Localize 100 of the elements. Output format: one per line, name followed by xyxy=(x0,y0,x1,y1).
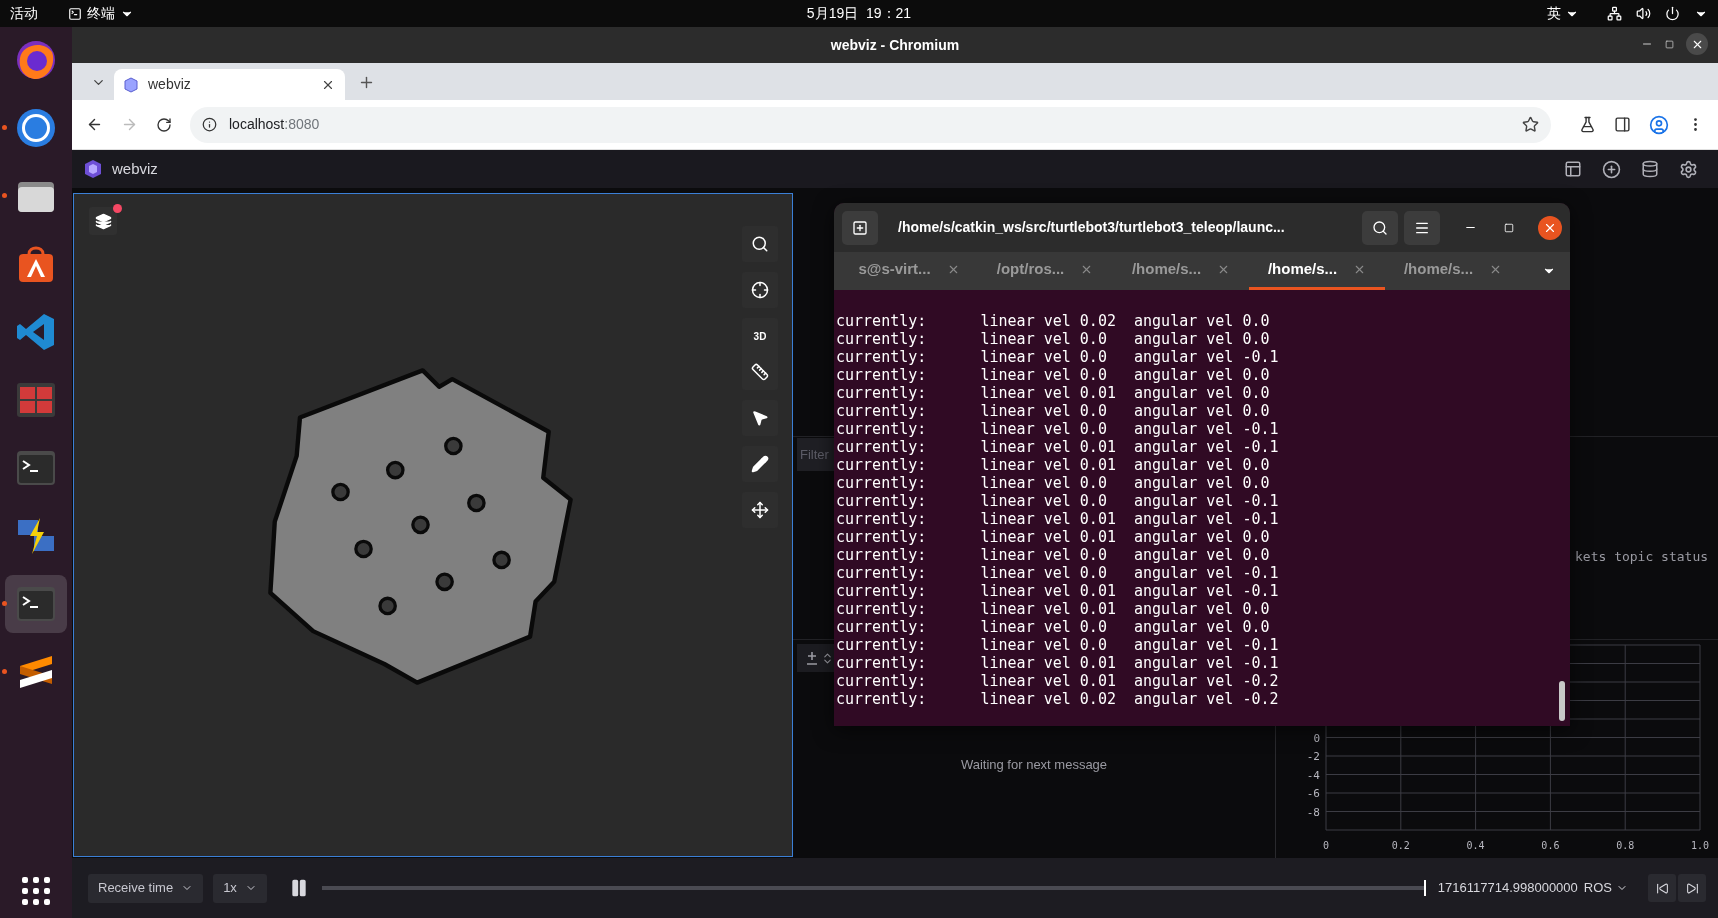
terminal-line: currently: linear vel 0.0 angular vel 0.0 xyxy=(836,546,1270,564)
terminal-line: currently: linear vel 0.01 angular vel -0.1 xyxy=(836,654,1279,672)
side-panel-icon[interactable] xyxy=(1614,116,1631,133)
url-port: :8080 xyxy=(284,116,320,132)
terminal-tab[interactable]: /home/s... xyxy=(1249,252,1385,290)
status-message: Waiting for next message xyxy=(960,756,1108,775)
axis-tick-label: -2 xyxy=(1306,750,1320,763)
timestamp: 1716117714.998000000 xyxy=(1437,879,1578,898)
clock[interactable]: 5月19日 19：21 xyxy=(806,3,912,24)
info-icon xyxy=(202,117,217,132)
maximize-icon[interactable] xyxy=(1504,222,1514,233)
flask-icon[interactable] xyxy=(1579,116,1596,133)
database-icon[interactable] xyxy=(1641,160,1659,178)
reload-icon[interactable] xyxy=(156,116,172,133)
cursor-icon xyxy=(751,409,769,427)
volume-icon[interactable] xyxy=(1636,6,1651,21)
timeline-thumb[interactable] xyxy=(1423,880,1426,896)
terminal-line: currently: linear vel 0.01 angular vel -0.1 xyxy=(836,510,1279,528)
terminal-line: currently: linear vel 0.02 angular vel 0.0 xyxy=(836,312,1270,330)
terminal-line: currently: linear vel 0.0 angular vel -0.1 xyxy=(836,492,1279,510)
new-tab-icon[interactable] xyxy=(358,74,375,91)
menu-button[interactable] xyxy=(1404,210,1440,245)
close-button[interactable] xyxy=(1686,33,1708,55)
pencil-icon xyxy=(751,455,769,473)
seek-forward-button[interactable] xyxy=(1678,874,1706,902)
scrollbar-thumb[interactable] xyxy=(1559,681,1565,721)
terminal-line: currently: linear vel 0.01 angular vel -0.2 xyxy=(836,672,1279,690)
terminal-line: currently: linear vel 0.01 angular vel 0.0 xyxy=(836,528,1270,546)
terminal-line: currently: linear vel 0.0 angular vel 0.0 xyxy=(836,330,1270,348)
terminal-line: currently: linear vel 0.01 angular vel -0.1 xyxy=(836,582,1279,600)
tab-title: webviz xyxy=(148,75,192,94)
restore-icon[interactable] xyxy=(1665,39,1674,49)
filter-field[interactable]: Filter xyxy=(797,438,834,471)
terminal-line: currently: linear vel 0.0 angular vel 0.0 xyxy=(836,474,1270,492)
terminal-line: currently: linear vel 0.0 angular vel 0.0 xyxy=(836,366,1270,384)
terminal-line: currently: linear vel 0.01 angular vel 0.0 xyxy=(836,456,1270,474)
terminal-line: currently: linear vel 0.0 angular vel -0.1 xyxy=(836,636,1279,654)
axis-tick-label: 0 xyxy=(1313,731,1320,745)
new-tab-button[interactable] xyxy=(842,210,878,245)
browser-icon xyxy=(14,106,58,150)
crosshair-icon xyxy=(751,281,769,299)
ruler-icon xyxy=(751,363,769,381)
terminal-tab[interactable]: /opt/ros... xyxy=(977,252,1113,290)
app-title: webviz xyxy=(112,158,159,179)
profile-icon[interactable] xyxy=(1649,114,1669,135)
axis-tick-label: 0 xyxy=(1323,840,1329,851)
seek-backward-button[interactable] xyxy=(1648,874,1676,902)
terminal-tab[interactable]: /home/s... xyxy=(1113,252,1249,290)
browser-tab[interactable]: webviz xyxy=(114,69,345,100)
terminal-line: currently: linear vel 0.0 angular vel 0.0 xyxy=(836,402,1270,420)
axis-tick-label: -6 xyxy=(1306,787,1320,800)
terminal-tab[interactable]: /home/s... xyxy=(1385,252,1521,290)
power-icon[interactable] xyxy=(1665,6,1680,21)
time-source-dropdown[interactable]: Receive time xyxy=(88,873,204,903)
axis-tick-label: -8 xyxy=(1306,805,1320,819)
layers-icon xyxy=(94,212,112,230)
move-icon xyxy=(751,501,769,519)
terminal-tab[interactable]: s@s-virt... xyxy=(841,252,977,290)
url-host: localhost xyxy=(229,116,285,132)
activities-button[interactable]: 活动 xyxy=(10,3,38,24)
skip-forward-icon xyxy=(1685,881,1699,895)
terminal-line: currently: linear vel 0.01 angular vel -0.1 xyxy=(836,438,1279,456)
bookmark-star-icon[interactable] xyxy=(1522,116,1539,133)
add-panel-icon[interactable] xyxy=(1602,159,1621,179)
network-icon[interactable] xyxy=(1607,6,1622,21)
terminal-line: currently: linear vel 0.0 angular vel -0.1 xyxy=(836,564,1279,582)
settings-icon[interactable] xyxy=(1679,159,1698,179)
app-menu[interactable]: 终端 xyxy=(68,3,134,24)
terminal-line: currently: linear vel 0.0 angular vel 0.0 xyxy=(836,618,1270,636)
search-button[interactable] xyxy=(1362,210,1398,245)
search-icon xyxy=(1372,219,1388,236)
time-format-dropdown[interactable]: ROS xyxy=(1583,878,1628,898)
plus-minus-icon[interactable] xyxy=(804,650,819,666)
input-method-menu[interactable]: 英 xyxy=(1547,3,1579,24)
status-text: kets topic status xyxy=(1575,548,1709,566)
skip-back-icon xyxy=(1655,881,1669,895)
address-field[interactable]: localhost:8080 xyxy=(190,106,1551,143)
window-title: webviz - Chromium xyxy=(830,35,960,55)
axis-tick-label: 1.0 xyxy=(1690,840,1710,851)
new-tab-icon xyxy=(852,219,868,236)
logo-icon xyxy=(84,159,102,179)
terminal-title: /home/s/catkin_ws/src/turtlebot3/turtlebot3_teleop/launc... xyxy=(898,218,1286,237)
back-icon[interactable] xyxy=(86,116,103,133)
close-button[interactable] xyxy=(1538,215,1562,240)
layers-button[interactable] xyxy=(89,207,117,235)
cube-icon xyxy=(124,76,138,93)
axis-tick-label: 0.8 xyxy=(1616,840,1635,851)
speed-dropdown[interactable]: 1x xyxy=(213,873,267,903)
layout-icon[interactable] xyxy=(1564,160,1582,178)
terminal-icon xyxy=(68,6,82,21)
terminal-line: currently: linear vel 0.01 angular vel 0.0 xyxy=(836,384,1270,402)
axis-tick-label: -4 xyxy=(1306,768,1320,782)
terminal-line: currently: linear vel 0.0 angular vel -0.1 xyxy=(836,348,1279,366)
terminal-line: currently: linear vel 0.02 angular vel -0.2 xyxy=(836,690,1279,708)
search-icon xyxy=(751,235,769,253)
terminal-line: currently: linear vel 0.01 angular vel 0.0 xyxy=(836,600,1270,618)
axis-tick-label: 0.4 xyxy=(1466,840,1485,851)
axis-tick-label: 0.2 xyxy=(1391,840,1410,851)
terminal-line: currently: linear vel 0.0 angular vel -0.1 xyxy=(836,420,1279,438)
browser-icon xyxy=(14,38,58,82)
